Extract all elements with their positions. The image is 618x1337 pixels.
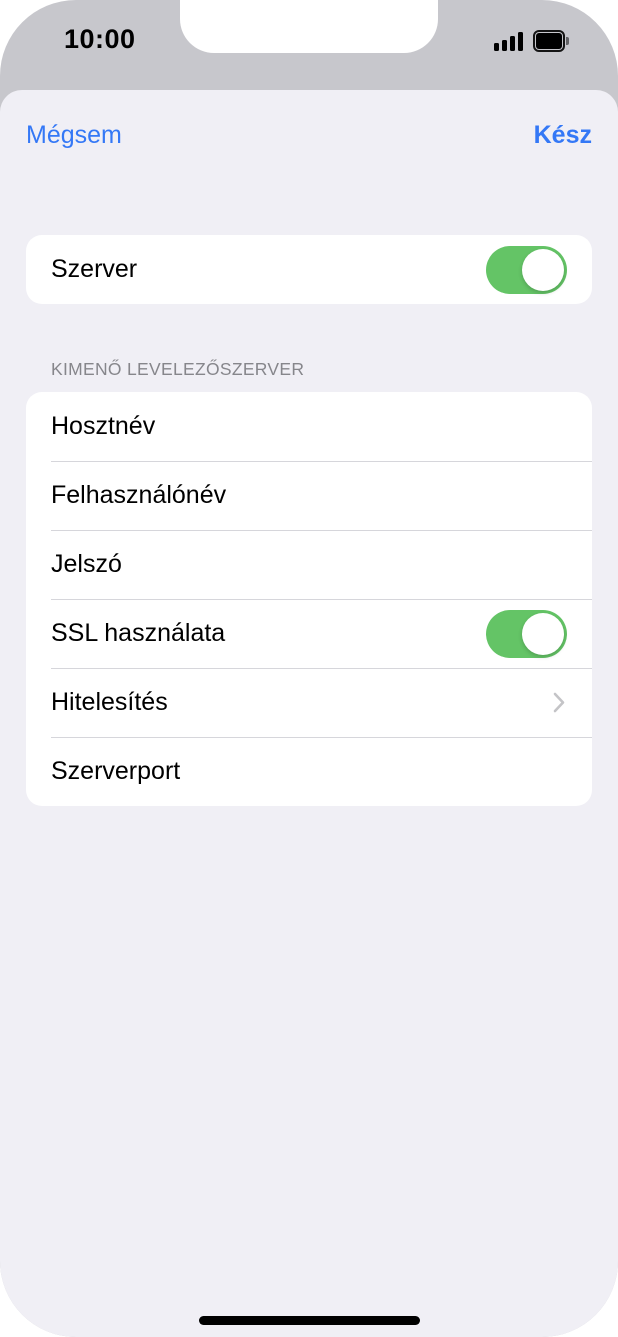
done-button[interactable]: Kész	[534, 121, 592, 150]
server-toggle[interactable]	[486, 246, 567, 294]
cancel-button[interactable]: Mégsem	[26, 121, 122, 150]
authentication-label: Hitelesítés	[51, 688, 168, 716]
server-port-label: Szerverport	[51, 757, 181, 785]
authentication-row[interactable]: Hitelesítés	[26, 668, 592, 737]
outgoing-server-section-header: KIMENŐ LEVELEZŐSZERVER	[51, 359, 305, 379]
toggle-knob	[522, 613, 564, 655]
username-row[interactable]: Felhasználónév	[26, 461, 592, 530]
status-bar-time: 10:00	[64, 24, 136, 54]
home-indicator[interactable]	[199, 1316, 420, 1325]
phone-frame: 10:00 Mégsem Kész Szerver KIMENŐ LEVELEZ…	[0, 0, 618, 1337]
chevron-right-icon	[553, 692, 565, 713]
use-ssl-row: SSL használata	[26, 599, 592, 668]
use-ssl-label: SSL használata	[51, 619, 226, 647]
server-label: Szerver	[51, 255, 138, 283]
hostname-row[interactable]: Hosztnév	[26, 392, 592, 461]
outgoing-server-group: Hosztnév Felhasználónév Jelszó SSL haszn…	[26, 392, 592, 806]
server-group: Szerver	[26, 235, 592, 304]
hostname-label: Hosztnév	[51, 412, 156, 440]
cellular-signal-icon	[494, 31, 524, 51]
server-row: Szerver	[26, 235, 592, 304]
username-label: Felhasználónév	[51, 481, 227, 509]
toggle-knob	[522, 249, 564, 291]
password-label: Jelszó	[51, 550, 122, 578]
battery-icon	[533, 30, 569, 52]
use-ssl-toggle[interactable]	[486, 610, 567, 658]
modal-sheet: Mégsem Kész Szerver KIMENŐ LEVELEZŐSZERV…	[0, 90, 618, 1337]
server-port-row[interactable]: Szerverport	[26, 737, 592, 806]
password-row[interactable]: Jelszó	[26, 530, 592, 599]
notch	[180, 0, 438, 53]
